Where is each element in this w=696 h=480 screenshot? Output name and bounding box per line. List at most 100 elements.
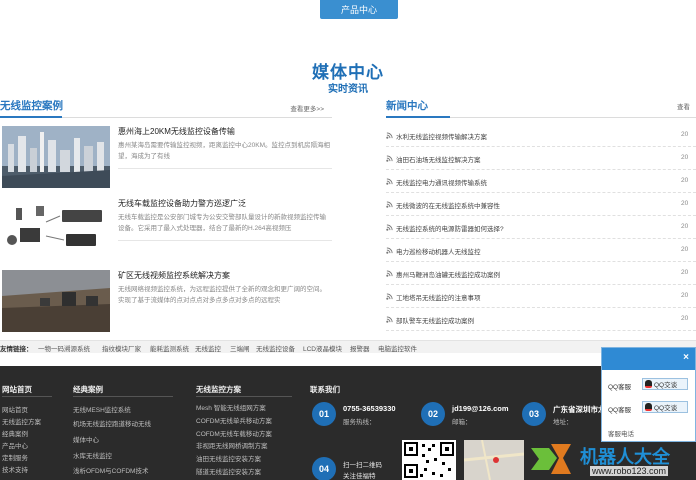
news-date: 20: [681, 223, 689, 230]
news-date: 20: [681, 315, 689, 322]
footer-link[interactable]: 非视距无线网桥调制方案: [196, 440, 268, 450]
news-list-item[interactable]: 无线监控系统的电源防雷器如何选择? 20: [386, 216, 696, 239]
cases-title[interactable]: 无线监控案例: [0, 98, 63, 113]
footer-link[interactable]: 经典案例: [2, 428, 28, 438]
news-date: 20: [681, 177, 689, 184]
contact-phone-label: 服务热线：: [343, 419, 376, 426]
footer-link[interactable]: 水库无线监控: [73, 450, 112, 460]
contact-address-label: 地址：: [553, 419, 573, 426]
contact-email-label: 邮箱：: [452, 419, 472, 426]
news-date: 20: [681, 292, 689, 299]
friend-link[interactable]: 电脑监控软件: [378, 343, 417, 353]
qq-penguin-icon: [645, 403, 652, 411]
close-icon[interactable]: ×: [683, 352, 689, 363]
news-list-item[interactable]: 油田石油场无线监控解决方案 20: [386, 147, 696, 170]
footer-link[interactable]: 定制服务: [2, 452, 28, 462]
qq-service-phone-label: 客服电话: [608, 431, 634, 438]
news-date: 20: [681, 200, 689, 207]
footer-link[interactable]: COFDM无线单兵移动方案: [196, 415, 272, 425]
qr-code-image: [402, 440, 456, 480]
qr-line-1: 扫一扫二维码: [343, 462, 382, 469]
contact-number-badge: 02: [421, 402, 445, 426]
qq-label: QQ客服: [608, 407, 632, 414]
case-divider: [118, 240, 332, 241]
news-link[interactable]: 电力巡检移动机器人无线监控: [396, 246, 481, 256]
contact-address: 广东省深圳市龙: [553, 405, 606, 414]
news-link[interactable]: 无线监控电力通讯视频传输系统: [396, 177, 487, 187]
qq-service-panel: × QQ客服 QQ交谈 QQ客服 QQ交谈 客服电话: [601, 347, 696, 442]
contact-email[interactable]: jd199@126.com: [452, 404, 509, 413]
news-more-link[interactable]: 查看: [677, 101, 690, 111]
contact-number-badge: 01: [312, 402, 336, 426]
footer-col-title: 经典案例: [73, 385, 103, 394]
footer-link[interactable]: 产品中心: [2, 440, 28, 450]
contact-number-badge: 03: [522, 402, 546, 426]
news-list-item[interactable]: 电力巡检移动机器人无线监控 20: [386, 239, 696, 262]
rss-icon: [386, 132, 393, 139]
news-title[interactable]: 新闻中心: [386, 98, 428, 113]
rss-icon: [386, 224, 393, 231]
footer-divider: [196, 396, 292, 397]
qq-chat-label: QQ交谈: [654, 405, 678, 412]
qq-panel-header: ×: [602, 348, 695, 370]
friend-link[interactable]: 能耗监测系统: [150, 343, 189, 353]
qq-chat-button[interactable]: QQ交谈: [642, 378, 688, 390]
news-list-item[interactable]: 水利无线监控视频传输解决方案 20: [386, 124, 696, 147]
news-date: 20: [681, 131, 689, 138]
footer-link[interactable]: COFDM无线车载移动方案: [196, 428, 272, 438]
contact-phone[interactable]: 0755-36539330: [343, 404, 396, 413]
friend-link[interactable]: 指纹模块厂家: [102, 343, 141, 353]
news-header: 新闻中心 查看: [386, 96, 696, 118]
news-link[interactable]: 惠州马鞭洲岛油罐无线监控成功案例: [396, 269, 500, 279]
case-title[interactable]: 无线车载监控设备助力警方巡逻广泛: [118, 198, 246, 209]
friend-link[interactable]: 三端闸: [230, 343, 250, 353]
friend-link[interactable]: 无线监控设备: [256, 343, 295, 353]
case-title[interactable]: 惠州海上20KM无线监控设备传输: [118, 126, 235, 137]
media-center-subtitle: 实时资讯: [328, 84, 368, 95]
map-thumbnail[interactable]: [463, 439, 525, 480]
footer-link[interactable]: 无线监控方案: [2, 416, 41, 426]
friend-link[interactable]: LCD液晶模块: [303, 343, 342, 353]
rss-icon: [386, 178, 393, 185]
case-title[interactable]: 矿区无线视频监控系统解决方案: [118, 270, 230, 281]
case-image-vehicle-equipment[interactable]: [2, 198, 110, 260]
footer-link[interactable]: 媒体中心: [73, 434, 99, 444]
case-image-mine[interactable]: [2, 270, 110, 332]
case-image-port[interactable]: [2, 126, 110, 188]
rss-icon: [386, 270, 393, 277]
footer-link[interactable]: 网站首页: [2, 404, 28, 414]
footer-link[interactable]: Mesh 智能无线组网方案: [196, 402, 266, 412]
rss-icon: [386, 247, 393, 254]
qq-chat-button[interactable]: QQ交谈: [642, 401, 688, 413]
footer-divider: [73, 396, 173, 397]
news-link[interactable]: 部队警车无线监控成功案例: [396, 315, 474, 325]
footer-link[interactable]: 油田无线监控安装方案: [196, 453, 261, 463]
news-link[interactable]: 工地塔吊无线监控的注意事项: [396, 292, 481, 302]
cases-more-link[interactable]: 查看更多>>: [290, 103, 324, 113]
news-list-item[interactable]: 无线微波的在无线监控系统中兼容性 20: [386, 193, 696, 216]
qq-chat-label: QQ交谈: [654, 382, 678, 389]
case-desc: 惠州某海岛需要传输监控视频，距离监控中心20KM。监控点到机房隔海相望，海成为了…: [118, 142, 330, 160]
news-list-item[interactable]: 无线监控电力通讯视频传输系统 20: [386, 170, 696, 193]
news-list-item[interactable]: 工地塔吊无线监控的注意事项 20: [386, 285, 696, 308]
news-list-item[interactable]: 部队警车无线监控成功案例 20: [386, 308, 696, 331]
footer-contact-title: 联系我们: [310, 385, 340, 394]
footer-link[interactable]: 浅析OFDM与COFDM技术: [73, 465, 148, 475]
footer-link[interactable]: 无线MESH监控系统: [73, 404, 131, 414]
footer-col-title: 无线监控方案: [196, 385, 241, 394]
friend-link[interactable]: 一物一码溯源系统: [38, 343, 90, 353]
footer-link[interactable]: 技术支持: [2, 464, 28, 474]
friend-link[interactable]: 无线监控: [195, 343, 221, 353]
news-link[interactable]: 无线微波的在无线监控系统中兼容性: [396, 200, 500, 210]
news-link[interactable]: 水利无线监控视频传输解决方案: [396, 131, 487, 141]
qq-label: QQ客服: [608, 384, 632, 391]
case-desc: 无线网络视频监控系统，为远程监控提供了全新的观念和更广阔的空间。实现了基于流媒体…: [118, 286, 326, 304]
friend-link[interactable]: 报警器: [350, 343, 370, 353]
friend-links-label: 友情链接：: [0, 346, 33, 353]
news-link[interactable]: 油田石油场无线监控解决方案: [396, 154, 481, 164]
news-link[interactable]: 无线监控系统的电源防雷器如何选择?: [396, 223, 504, 233]
footer-link[interactable]: 机场无线监控跑道移动无线: [73, 418, 151, 428]
footer-link[interactable]: 隧道无线监控安装方案: [196, 466, 261, 476]
product-center-button[interactable]: 产品中心: [320, 0, 398, 19]
news-list-item[interactable]: 惠州马鞭洲岛油罐无线监控成功案例 20: [386, 262, 696, 285]
